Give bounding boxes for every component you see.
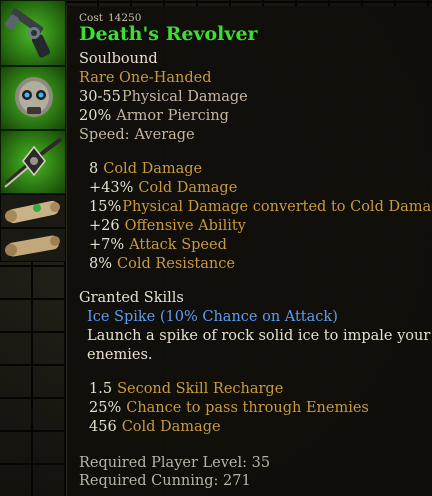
skill-description: Launch a spike of rock solid ice to impa… — [87, 328, 431, 344]
inventory-slot-skull-relic[interactable] — [0, 66, 66, 130]
inventory-column — [0, 0, 66, 496]
required-level: Required Player Level: 35 — [79, 455, 271, 471]
revolver-icon — [5, 8, 51, 58]
bonus-stat-row: +43% Cold Damage — [89, 180, 238, 196]
inventory-slot-scroll-2[interactable] — [0, 228, 66, 262]
item-tooltip: Cost 14250 Death's Revolver Soulbound Ra… — [66, 6, 432, 496]
skill-stat-row: 1.5 Second Skill Recharge — [89, 381, 284, 397]
skill-stat-row: 456 Cold Damage — [89, 419, 221, 435]
scroll-icon — [5, 235, 60, 257]
item-rarity: Rare One-Handed — [79, 70, 212, 86]
item-name: Death's Revolver — [79, 23, 258, 45]
base-stat-row: Speed: Average — [79, 127, 195, 143]
inventory-slot-revolver[interactable] — [0, 0, 66, 66]
inventory-slot-scroll-1[interactable] — [0, 194, 66, 228]
base-stat-row: 20% Armor Piercing — [79, 108, 229, 124]
skill-stat-row: 25% Chance to pass through Enemies — [89, 400, 369, 416]
bonus-stat-row: 15% Physical Damage converted to Cold Da… — [89, 199, 432, 215]
skill-description-cont: enemies. — [87, 347, 153, 363]
bonus-stat-row: +7% Attack Speed — [89, 237, 227, 253]
bonus-stat-row: 8% Cold Resistance — [89, 256, 235, 272]
scroll-icon — [5, 200, 60, 224]
skull-relic-icon — [15, 77, 53, 117]
base-stat-row: 30-55 Physical Damage — [79, 89, 248, 105]
granted-skills-header: Granted Skills — [79, 290, 184, 306]
bonus-stat-row: +26 Offensive Ability — [89, 218, 246, 234]
required-cunning: Required Cunning: 271 — [79, 473, 251, 489]
binding-text: Soulbound — [79, 51, 158, 67]
bonus-stat-row: 8 Cold Damage — [89, 161, 203, 177]
inventory-slot-amulet[interactable] — [0, 130, 66, 194]
skill-name: Ice Spike (10% Chance on Attack) — [87, 309, 338, 325]
amulet-icon — [4, 137, 63, 188]
